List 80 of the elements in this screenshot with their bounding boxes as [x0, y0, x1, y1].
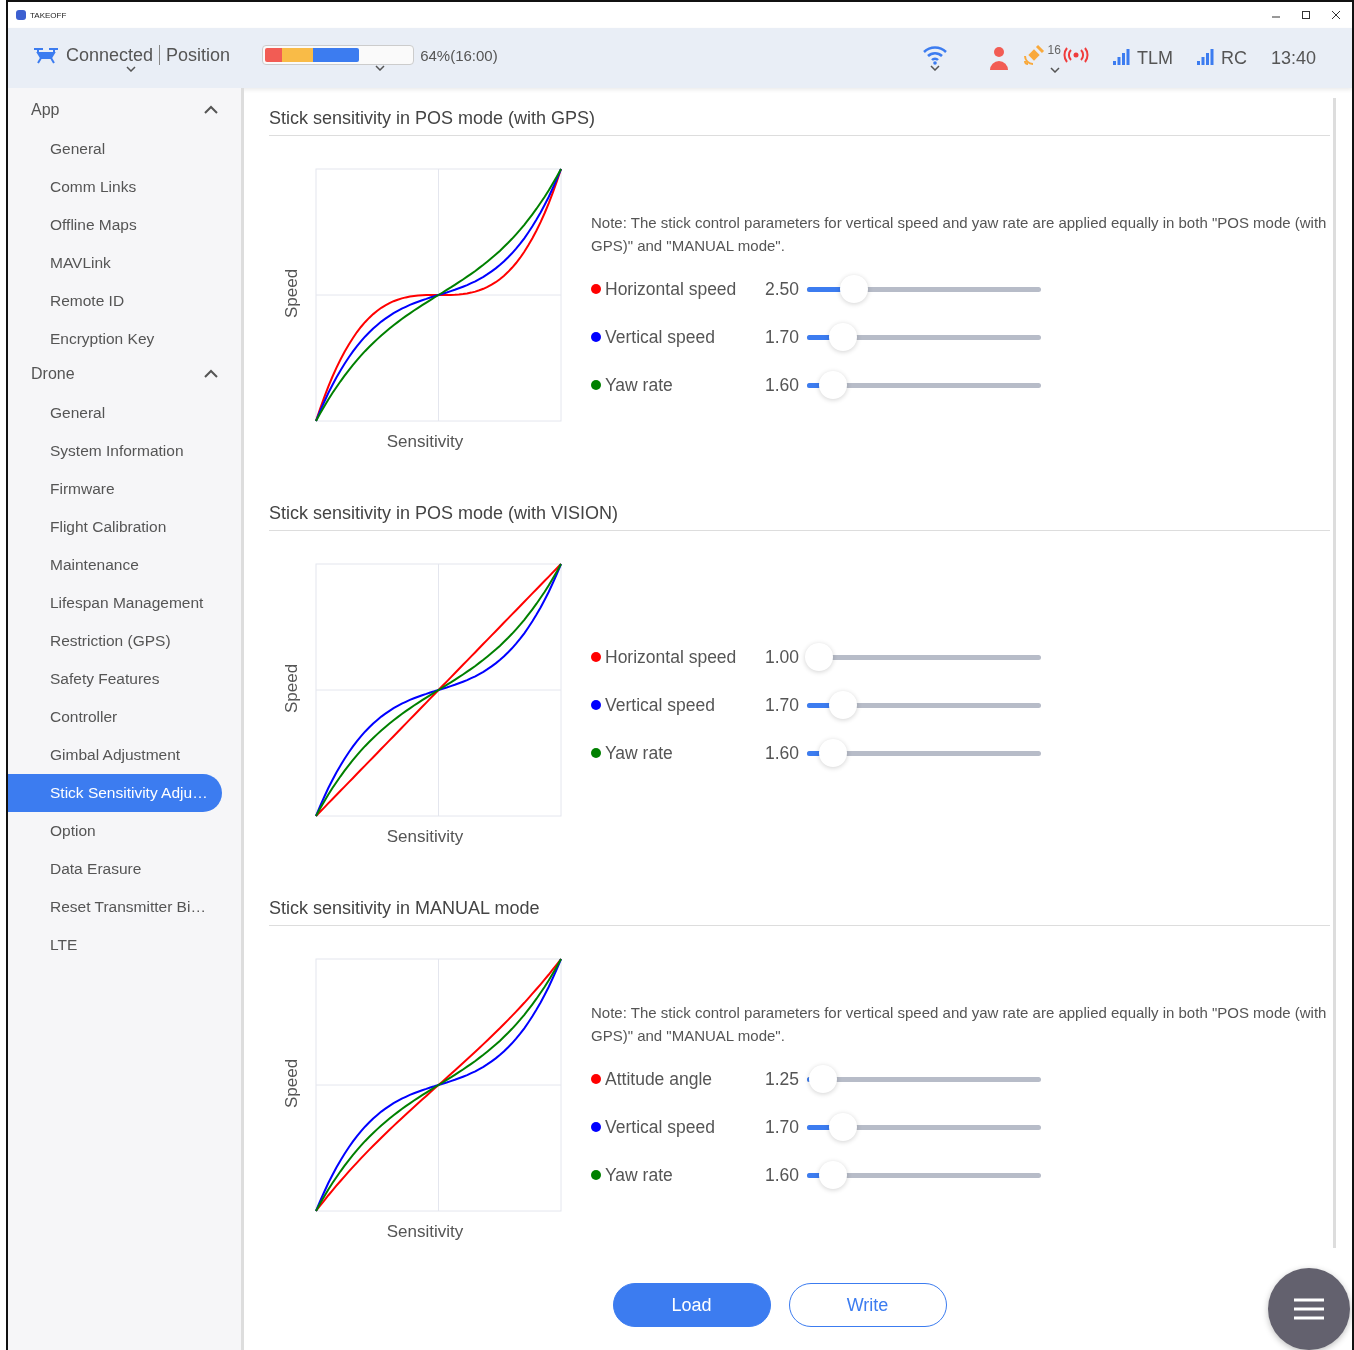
- maximize-icon[interactable]: [1302, 11, 1310, 19]
- section-title: Stick sensitivity in POS mode (with GPS): [269, 88, 1330, 136]
- sidebar-item[interactable]: Gimbal Adjustment: [8, 736, 222, 774]
- sidebar-group-title: App: [31, 101, 60, 119]
- sidebar-item[interactable]: System Information: [8, 432, 222, 470]
- parameter-value: 1.60: [765, 374, 801, 396]
- chevron-down-icon[interactable]: [126, 65, 137, 72]
- sidebar-item[interactable]: Offline Maps: [8, 206, 222, 244]
- parameter-value: 1.00: [765, 646, 801, 668]
- app-logo-icon: [16, 10, 26, 20]
- sidebar-item[interactable]: General: [8, 130, 222, 168]
- drone-icon: [32, 46, 60, 64]
- chevron-down-icon[interactable]: [929, 65, 940, 71]
- parameter-value: 1.60: [765, 1164, 801, 1186]
- y-axis-label: Speed: [282, 1062, 302, 1108]
- wifi-icon: [921, 45, 948, 65]
- satellite-icon: [1021, 43, 1046, 67]
- section-title: Stick sensitivity in MANUAL mode: [269, 878, 1330, 926]
- parameter-label: Yaw rate: [605, 1164, 674, 1186]
- parameter-label: Vertical speed: [605, 326, 716, 348]
- menu-icon: [1294, 1298, 1324, 1320]
- parameter-value: 1.70: [765, 1116, 801, 1138]
- menu-button[interactable]: [1268, 1268, 1350, 1350]
- broadcast-icon: [1062, 47, 1089, 63]
- scrollbar[interactable]: [1333, 98, 1336, 1248]
- sidebar-group-title: Drone: [31, 365, 75, 383]
- sidebar-item[interactable]: Flight Calibration: [8, 508, 222, 546]
- chevron-down-icon[interactable]: [374, 65, 385, 71]
- sidebar-item[interactable]: Reset Transmitter Bi…: [8, 888, 222, 926]
- parameter-value: 1.60: [765, 742, 801, 764]
- parameter-value: 1.70: [765, 326, 801, 348]
- section-title: Stick sensitivity in POS mode (with VISION): [269, 483, 1330, 531]
- window-title: TAKEOFF: [30, 10, 67, 20]
- sidebar-item[interactable]: Maintenance: [8, 546, 222, 584]
- sidebar-item[interactable]: MAVLink: [8, 244, 222, 282]
- parameter-label: Yaw rate: [605, 742, 674, 764]
- flight-mode: Position: [166, 44, 231, 66]
- sidebar-item[interactable]: Firmware: [8, 470, 222, 508]
- clock-time: 13:40: [1270, 47, 1316, 69]
- sidebar-item[interactable]: General: [8, 394, 222, 432]
- parameter-value: 2.50: [765, 278, 801, 300]
- signal-bars-icon: [1112, 49, 1131, 67]
- connection-status: Connected: [66, 44, 154, 66]
- x-axis-label: Sensitivity: [386, 1222, 464, 1242]
- parameter-label: Attitude angle: [605, 1068, 714, 1090]
- collapse-icon[interactable]: [203, 369, 219, 379]
- sidebar-item[interactable]: Controller: [8, 698, 222, 736]
- parameter-label: Vertical speed: [605, 1116, 716, 1138]
- sidebar-item[interactable]: LTE: [8, 926, 222, 964]
- telemetry-label: TLM: [1136, 47, 1173, 69]
- parameter-value: 1.70: [765, 694, 801, 716]
- y-axis-label: Speed: [282, 667, 302, 713]
- parameter-label: Vertical speed: [605, 694, 716, 716]
- note-text: Note: The stick control parameters for vertical speed and yaw rate are applied equally in both "POS mode (with GPS)" and "MANUAL mode".: [591, 213, 1328, 256]
- battery-reading: 64%(16:00): [420, 46, 498, 64]
- parameter-value: 1.25: [765, 1068, 801, 1090]
- sidebar-item[interactable]: Data Erasure: [8, 850, 222, 888]
- sidebar-item[interactable]: Stick Sensitivity Adju…: [8, 774, 222, 812]
- parameter-label: Horizontal speed: [605, 646, 738, 668]
- chevron-down-icon[interactable]: [1050, 67, 1061, 73]
- parameter-label: Yaw rate: [605, 374, 674, 396]
- x-axis-label: Sensitivity: [386, 827, 464, 847]
- sidebar-item[interactable]: Lifespan Management: [8, 584, 222, 622]
- load-button[interactable]: Load: [612, 1283, 771, 1327]
- collapse-icon[interactable]: [203, 105, 219, 115]
- close-icon[interactable]: [1332, 11, 1340, 19]
- satellite-count: 16: [1047, 43, 1061, 57]
- note-text: Note: The stick control parameters for vertical speed and yaw rate are applied equally in both "POS mode (with GPS)" and "MANUAL mode".: [591, 1003, 1328, 1046]
- remote-control-label: RC: [1220, 47, 1247, 69]
- sidebar-item[interactable]: Remote ID: [8, 282, 222, 320]
- sidebar-item[interactable]: Encryption Key: [8, 320, 222, 358]
- y-axis-label: Speed: [282, 272, 302, 318]
- sidebar-item[interactable]: Option: [8, 812, 222, 850]
- parameter-label: Horizontal speed: [605, 278, 738, 300]
- signal-bars-icon: [1196, 49, 1215, 67]
- sidebar-item[interactable]: Safety Features: [8, 660, 222, 698]
- x-axis-label: Sensitivity: [386, 432, 464, 452]
- write-button[interactable]: Write: [788, 1283, 947, 1327]
- sidebar-item[interactable]: Restriction (GPS): [8, 622, 222, 660]
- sidebar-item[interactable]: Comm Links: [8, 168, 222, 206]
